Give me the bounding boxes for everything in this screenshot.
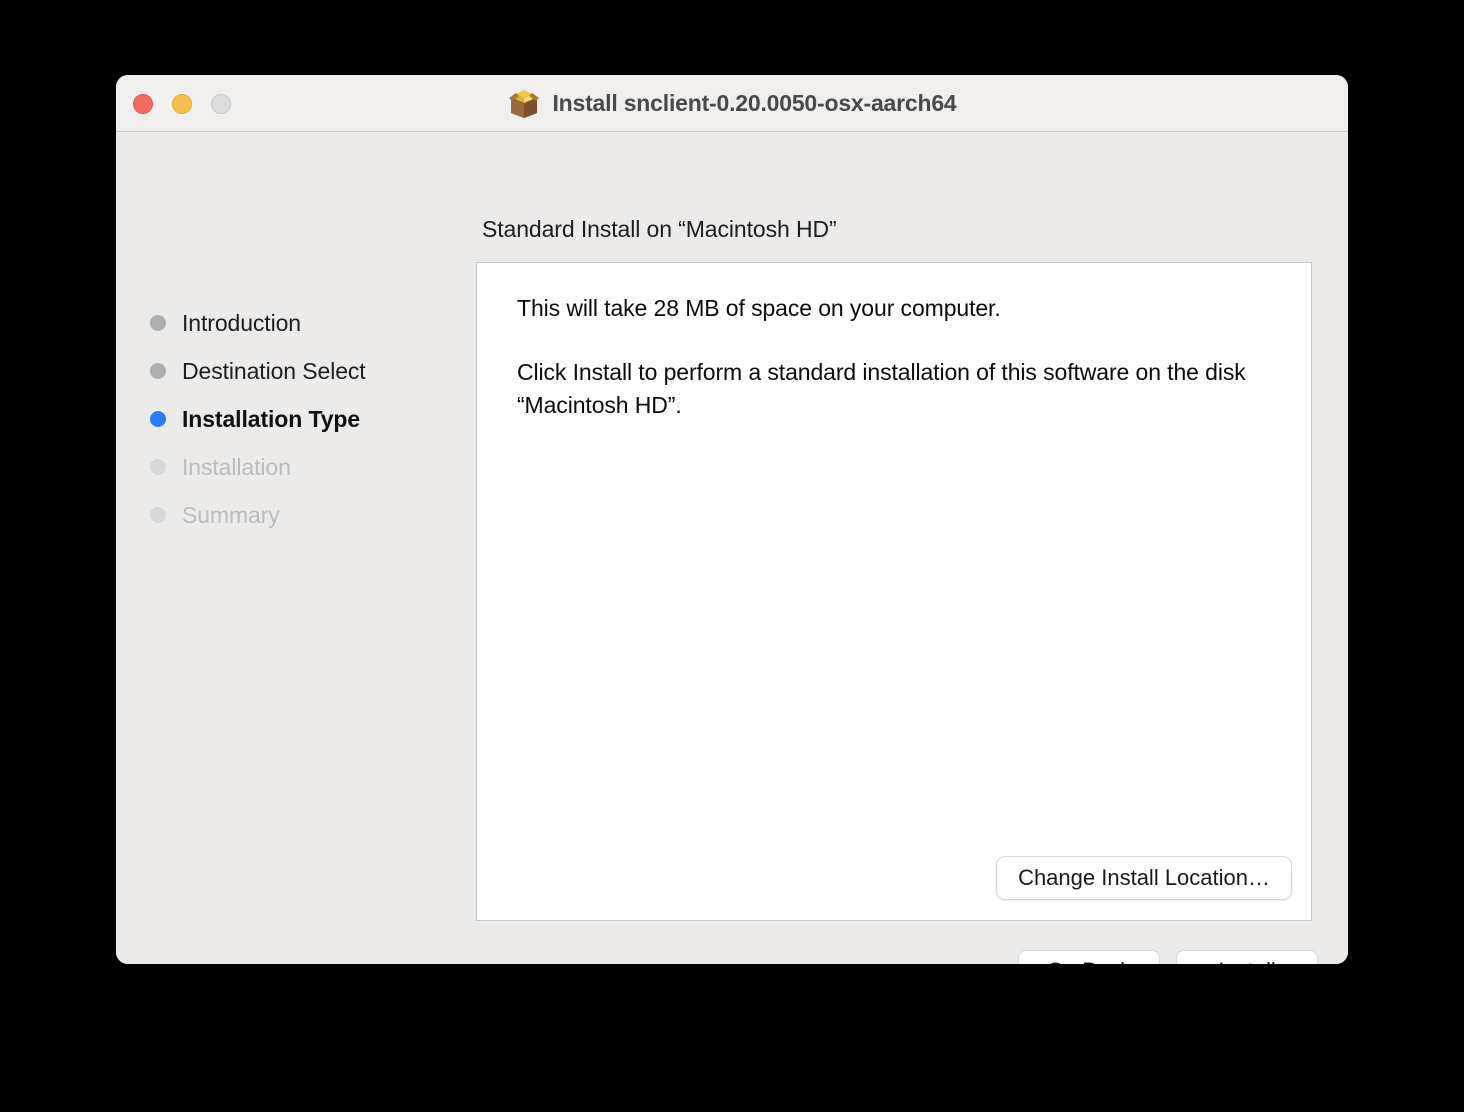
close-button[interactable] — [133, 94, 153, 114]
installer-footer-actions: Go Back Install — [1018, 950, 1318, 964]
sidebar-item-label: Installation — [182, 454, 291, 481]
window-title-group: Install snclient-0.20.0050-osx-aarch64 — [116, 75, 1348, 131]
sidebar-item-destination-select: Destination Select — [150, 347, 470, 395]
install-details-text: This will take 28 MB of space on your co… — [517, 292, 1277, 422]
package-box-icon — [507, 87, 541, 119]
window-titlebar: Install snclient-0.20.0050-osx-aarch64 — [116, 75, 1348, 132]
desktop-background: Install snclient-0.20.0050-osx-aarch64 I… — [0, 0, 1464, 1112]
sidebar-item-label: Introduction — [182, 310, 301, 337]
page-title: Standard Install on “Macintosh HD” — [482, 216, 837, 243]
step-dot-destination-select — [150, 363, 166, 379]
installer-body: Introduction Destination Select Installa… — [116, 132, 1348, 964]
step-dot-installation — [150, 459, 166, 475]
window-controls — [133, 94, 231, 114]
change-install-location-button[interactable]: Change Install Location… — [996, 856, 1292, 900]
sidebar-item-installation: Installation — [150, 443, 470, 491]
sidebar-item-installation-type: Installation Type — [150, 395, 470, 443]
install-details-panel: This will take 28 MB of space on your co… — [476, 262, 1312, 921]
sidebar-item-summary: Summary — [150, 491, 470, 539]
zoom-button — [211, 94, 231, 114]
install-instruction-text: Click Install to perform a standard inst… — [517, 356, 1277, 422]
go-back-button[interactable]: Go Back — [1018, 950, 1160, 964]
sidebar-item-label: Destination Select — [182, 358, 366, 385]
installer-steps-sidebar: Introduction Destination Select Installa… — [150, 299, 470, 539]
sidebar-item-label: Summary — [182, 502, 280, 529]
step-dot-installation-type — [150, 411, 166, 427]
step-dot-summary — [150, 507, 166, 523]
window-title: Install snclient-0.20.0050-osx-aarch64 — [552, 90, 956, 117]
step-dot-introduction — [150, 315, 166, 331]
sidebar-item-label: Installation Type — [182, 406, 360, 433]
space-requirement-text: This will take 28 MB of space on your co… — [517, 292, 1277, 325]
minimize-button[interactable] — [172, 94, 192, 114]
sidebar-item-introduction: Introduction — [150, 299, 470, 347]
installer-window: Install snclient-0.20.0050-osx-aarch64 I… — [116, 75, 1348, 964]
install-button[interactable]: Install — [1176, 950, 1318, 964]
